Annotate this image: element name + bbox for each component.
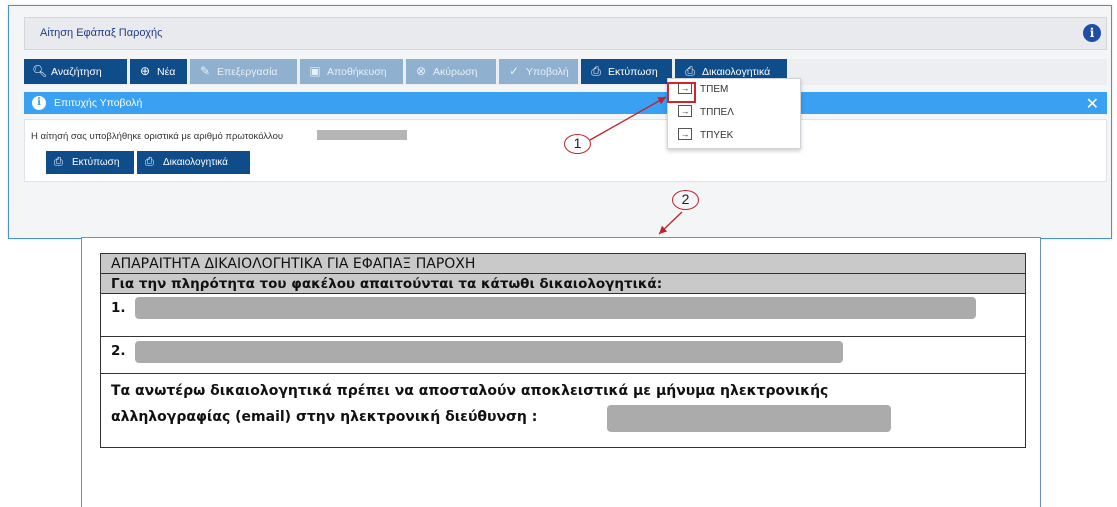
screenshot-stage: Αίτηση Εφάπαξ Παροχής i 🔍︎ Αναζήτηση ⊕ Νέα…: [0, 0, 1117, 507]
redacted-document-item-1: [135, 297, 976, 319]
document-subheading-row: Για την πληρότητα του φακέλου απαιτούντα…: [101, 274, 1025, 294]
document-item-row-2: 2.: [101, 337, 1025, 374]
document-item-number: 2.: [111, 343, 126, 359]
document-heading-row: ΑΠΑΡΑΙΤΗΤΑ ΔΙΚΑΙΟΛΟΓΗΤΙΚΑ ΓΙΑ ΕΦΑΠΑΞ ΠΑΡ…: [101, 254, 1025, 274]
document-note-line-1: Τα ανωτέρω δικαιολογητικά πρέπει να αποσ…: [111, 383, 829, 399]
document-item-number: 1.: [111, 300, 126, 316]
document-note-line-2: αλληλογραφίας (email) στην ηλεκτρονική δ…: [111, 409, 538, 425]
document-item-row-1: 1.: [101, 294, 1025, 337]
redacted-email-address: [607, 405, 891, 432]
annotation-marker-1: 1: [564, 134, 591, 154]
annotation-marker-2: 2: [672, 190, 699, 210]
arrow-to-dropdown: [589, 96, 667, 141]
document-note-row: Τα ανωτέρω δικαιολογητικά πρέπει να αποσ…: [101, 374, 1025, 447]
required-documents-page: ΑΠΑΡΑΙΤΗΤΑ ΔΙΚΑΙΟΛΟΓΗΤΙΚΑ ΓΙΑ ΕΦΑΠΑΞ ΠΑΡ…: [81, 237, 1041, 507]
arrow-to-document: [658, 211, 683, 235]
required-documents-table: ΑΠΑΡΑΙΤΗΤΑ ΔΙΚΑΙΟΛΟΓΗΤΙΚΑ ΓΙΑ ΕΦΑΠΑΞ ΠΑΡ…: [100, 253, 1026, 448]
document-heading: ΑΠΑΡΑΙΤΗΤΑ ΔΙΚΑΙΟΛΟΓΗΤΙΚΑ ΓΙΑ ΕΦΑΠΑΞ ΠΑΡ…: [111, 256, 476, 272]
redacted-document-item-2: [135, 341, 843, 363]
document-subheading: Για την πληρότητα του φακέλου απαιτούντα…: [111, 276, 663, 292]
